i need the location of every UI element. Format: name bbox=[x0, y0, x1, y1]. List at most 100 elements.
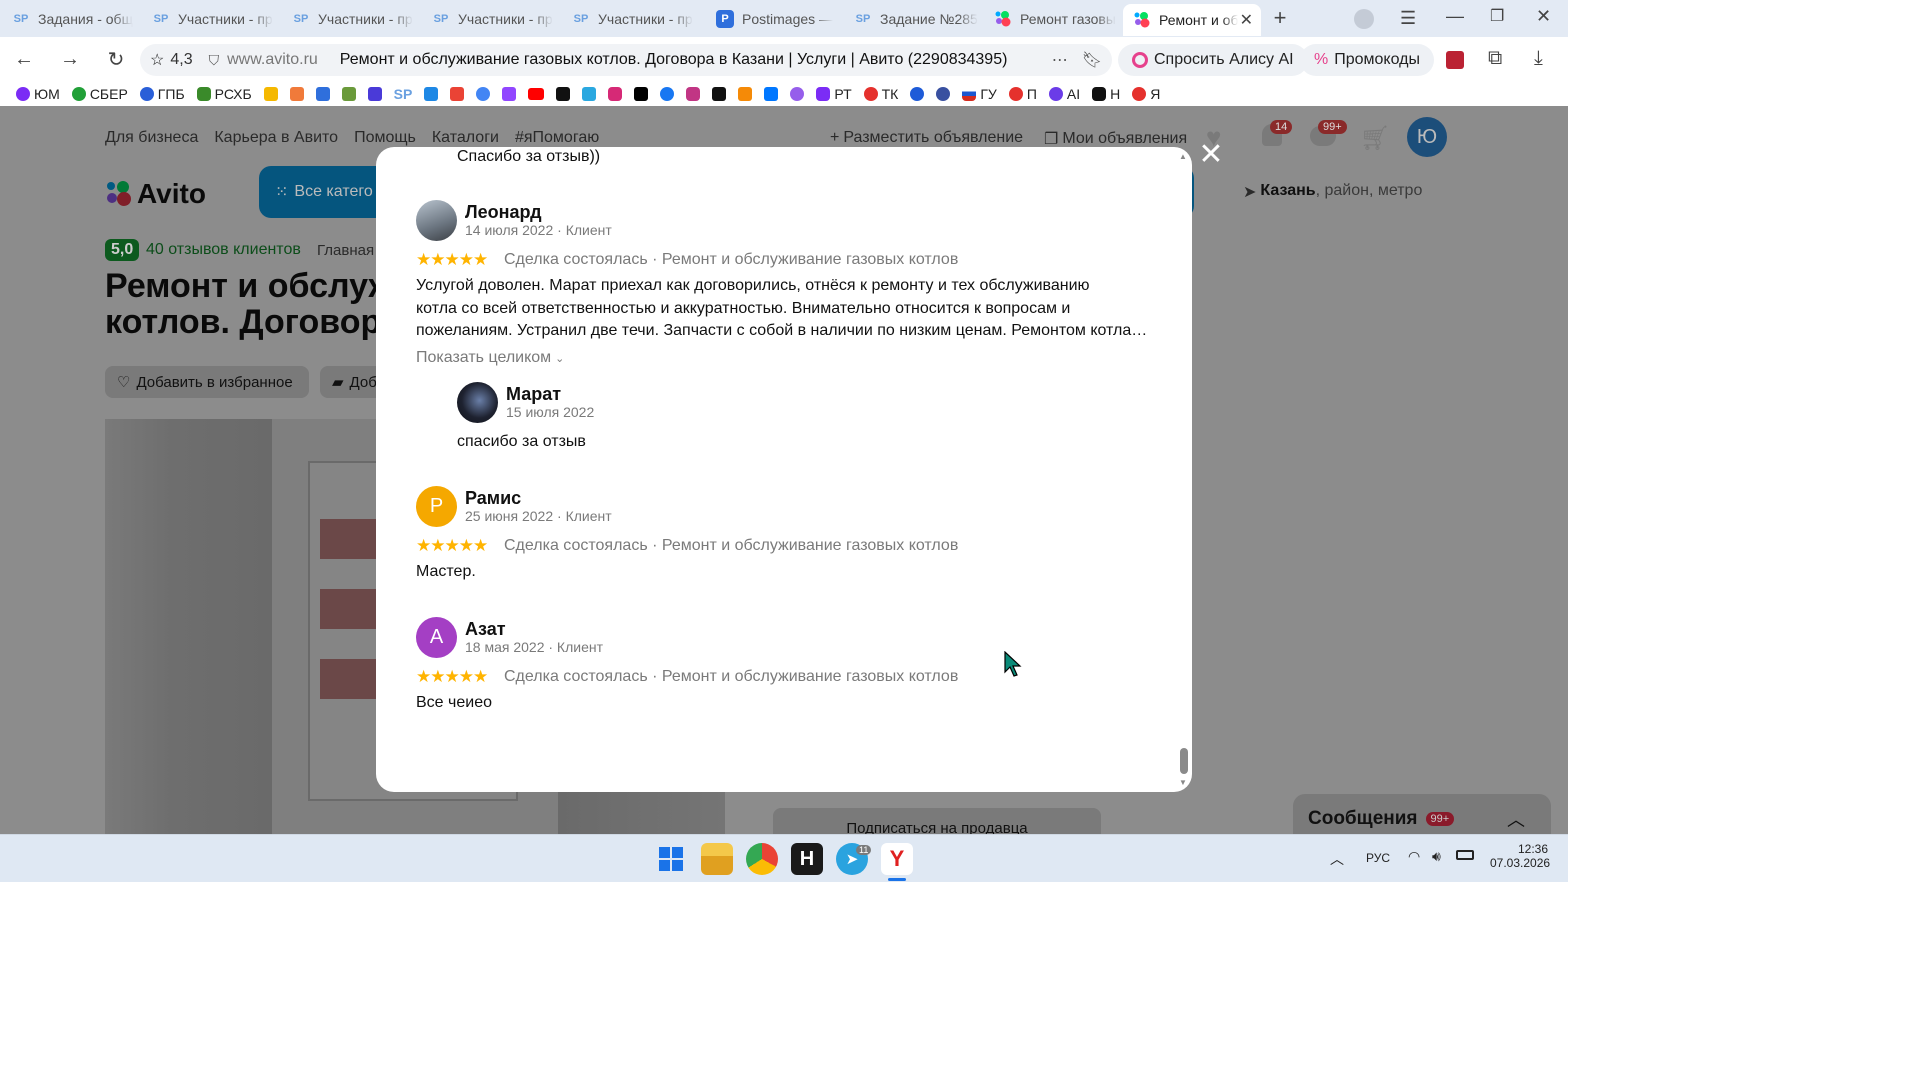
file-explorer-icon[interactable] bbox=[701, 843, 733, 875]
bookmark-icon[interactable] bbox=[556, 87, 571, 101]
gmail-icon[interactable] bbox=[450, 87, 465, 101]
download-icon[interactable]: ⤓ bbox=[1534, 47, 1543, 70]
twitch-icon[interactable] bbox=[502, 87, 517, 101]
breadcrumb[interactable]: Главная bbox=[317, 242, 374, 259]
clock[interactable]: 12:36 07.03.2026 bbox=[1490, 842, 1550, 870]
bookmark-item[interactable]: Я bbox=[1132, 86, 1160, 102]
vk-icon[interactable] bbox=[764, 87, 779, 101]
bookmark-icon[interactable] bbox=[263, 87, 278, 101]
instagram-icon[interactable] bbox=[608, 87, 623, 101]
subscribe-button[interactable]: Подписаться на продавца bbox=[773, 808, 1101, 834]
post-ad-link[interactable]: + Разместить объявление bbox=[830, 129, 1023, 147]
reply-author[interactable]: Марат bbox=[506, 384, 561, 405]
close-window-icon[interactable]: ✕ bbox=[1536, 6, 1551, 27]
reload-icon[interactable]: ↻ bbox=[104, 47, 128, 71]
avito-logo[interactable]: Avito bbox=[105, 178, 206, 210]
close-tab-icon[interactable]: ✕ bbox=[1240, 10, 1253, 30]
nav-business[interactable]: Для бизнеса bbox=[105, 129, 198, 147]
add-favorite-button[interactable]: ♡ Добавить в избранное bbox=[105, 366, 309, 398]
restore-icon[interactable]: ❐ bbox=[1490, 6, 1504, 26]
location-selector[interactable]: ➤ Казань, район, метро bbox=[1243, 182, 1422, 202]
volume-icon[interactable]: 🔊︎ bbox=[1432, 848, 1441, 865]
new-tab-icon[interactable]: + bbox=[1268, 7, 1292, 31]
extension-icon[interactable] bbox=[1446, 51, 1464, 69]
bookmark-icon[interactable] bbox=[582, 87, 597, 101]
back-icon[interactable]: ← bbox=[12, 47, 36, 71]
bookmark-icon[interactable] bbox=[936, 87, 951, 101]
bookmark-item[interactable]: СБЕР bbox=[71, 86, 128, 102]
bookmark-item[interactable]: П bbox=[1008, 86, 1037, 102]
bookmark-icon[interactable] bbox=[367, 87, 382, 101]
bookmark-item[interactable]: ГУ bbox=[962, 86, 997, 102]
scrollbar-thumb[interactable] bbox=[1180, 748, 1188, 774]
tab[interactable]: SP Задания - общ bbox=[2, 5, 140, 33]
tab[interactable]: SP Участники - пр bbox=[282, 5, 420, 33]
nav-careers[interactable]: Карьера в Авито bbox=[214, 129, 338, 147]
review-author[interactable]: Леонард bbox=[465, 202, 542, 223]
review-author[interactable]: Азат bbox=[465, 619, 506, 640]
nav-catalogs[interactable]: Каталоги bbox=[432, 129, 499, 147]
tab[interactable]: SP Участники - пр bbox=[562, 5, 700, 33]
tabs-menu-icon[interactable]: ☰ bbox=[1400, 8, 1422, 28]
wifi-icon[interactable]: ◠ bbox=[1408, 848, 1420, 865]
modal-scrollbar[interactable]: ▲ ▼ bbox=[1179, 152, 1189, 788]
show-full-link[interactable]: Показать целиком ⌄ bbox=[416, 349, 564, 367]
bookmark-icon[interactable] bbox=[424, 87, 439, 101]
tray-chevron-icon[interactable]: ︿ bbox=[1330, 849, 1344, 869]
bookmark-item[interactable]: ТК bbox=[863, 86, 898, 102]
review-author[interactable]: Рамис bbox=[465, 488, 521, 509]
bookmark-item[interactable]: ГПБ bbox=[139, 86, 185, 102]
reviews-link[interactable]: 40 отзывов клиентов bbox=[146, 241, 301, 259]
start-icon[interactable] bbox=[655, 843, 687, 875]
tab[interactable]: SP Участники - пр bbox=[422, 5, 560, 33]
battery-icon[interactable] bbox=[1456, 850, 1474, 860]
nav-ihelp[interactable]: #яПомогаю bbox=[515, 129, 599, 147]
bookmark-icon[interactable] bbox=[686, 87, 701, 101]
ok-icon[interactable] bbox=[738, 87, 753, 101]
my-ads-link[interactable]: ❐ Мои объявления bbox=[1044, 129, 1187, 149]
tab[interactable]: SP Участники - пр bbox=[142, 5, 280, 33]
bookmark-icon[interactable] bbox=[289, 87, 304, 101]
alice-button[interactable]: Спросить Алису AI bbox=[1118, 44, 1308, 76]
review-avatar-letter[interactable]: А bbox=[416, 617, 457, 658]
app-h-icon[interactable]: H bbox=[791, 843, 823, 875]
tab[interactable]: Ремонт газовы bbox=[984, 5, 1122, 33]
puzzle-icon[interactable]: ⧉ bbox=[1488, 47, 1502, 70]
bookmark-item[interactable]: РСХБ bbox=[196, 86, 252, 102]
bookmark-icon[interactable] bbox=[910, 87, 925, 101]
tiktok-icon[interactable] bbox=[634, 87, 649, 101]
chevron-up-icon[interactable]: ︿ bbox=[1507, 806, 1525, 832]
bookmark-icon[interactable]: 🔖︎ bbox=[1082, 50, 1102, 70]
avito-bookmark-icon[interactable] bbox=[790, 87, 805, 101]
nav-help[interactable]: Помощь bbox=[354, 129, 416, 147]
minimize-icon[interactable]: — bbox=[1446, 6, 1464, 27]
reply-avatar-photo[interactable] bbox=[457, 382, 498, 423]
profile-icon[interactable] bbox=[1354, 9, 1374, 29]
sp-bookmark-icon[interactable]: SP bbox=[394, 86, 413, 102]
google-icon[interactable] bbox=[476, 87, 491, 101]
bookmark-icon[interactable] bbox=[712, 87, 727, 101]
url-field[interactable]: ☆ 4,3 ⛉ www.avito.ru Ремонт и обслуживан… bbox=[140, 44, 1112, 76]
review-avatar-photo[interactable] bbox=[416, 200, 457, 241]
promo-button[interactable]: % Промокоды bbox=[1300, 44, 1434, 76]
scroll-down-icon[interactable]: ▼ bbox=[1179, 778, 1187, 787]
bookmark-icon[interactable] bbox=[315, 87, 330, 101]
bookmark-icon[interactable] bbox=[341, 87, 356, 101]
tab[interactable]: P Postimages — bbox=[706, 5, 844, 33]
facebook-icon[interactable] bbox=[660, 87, 675, 101]
bookmark-item[interactable]: ЮМ bbox=[16, 86, 60, 102]
bookmark-item[interactable]: РТ bbox=[816, 86, 852, 102]
language-indicator[interactable]: РУС bbox=[1366, 851, 1390, 865]
messages-panel[interactable]: Сообщения 99+ ︿ bbox=[1293, 794, 1551, 834]
yandex-browser-icon[interactable]: Y bbox=[881, 843, 913, 875]
close-modal-icon[interactable]: ✕ bbox=[1198, 140, 1224, 170]
bookmark-item[interactable]: AI bbox=[1048, 86, 1080, 102]
review-avatar-letter[interactable]: Р bbox=[416, 486, 457, 527]
tab[interactable]: SP Задание №285 bbox=[844, 5, 982, 33]
forward-icon[interactable]: → bbox=[58, 47, 82, 71]
chrome-icon[interactable] bbox=[746, 843, 778, 875]
tab-active[interactable]: Ремонт и об ✕ bbox=[1123, 4, 1261, 36]
scroll-up-icon[interactable]: ▲ bbox=[1179, 152, 1187, 161]
bookmark-item[interactable]: Н bbox=[1092, 86, 1120, 102]
more-icon[interactable]: ⋯ bbox=[1052, 50, 1068, 70]
